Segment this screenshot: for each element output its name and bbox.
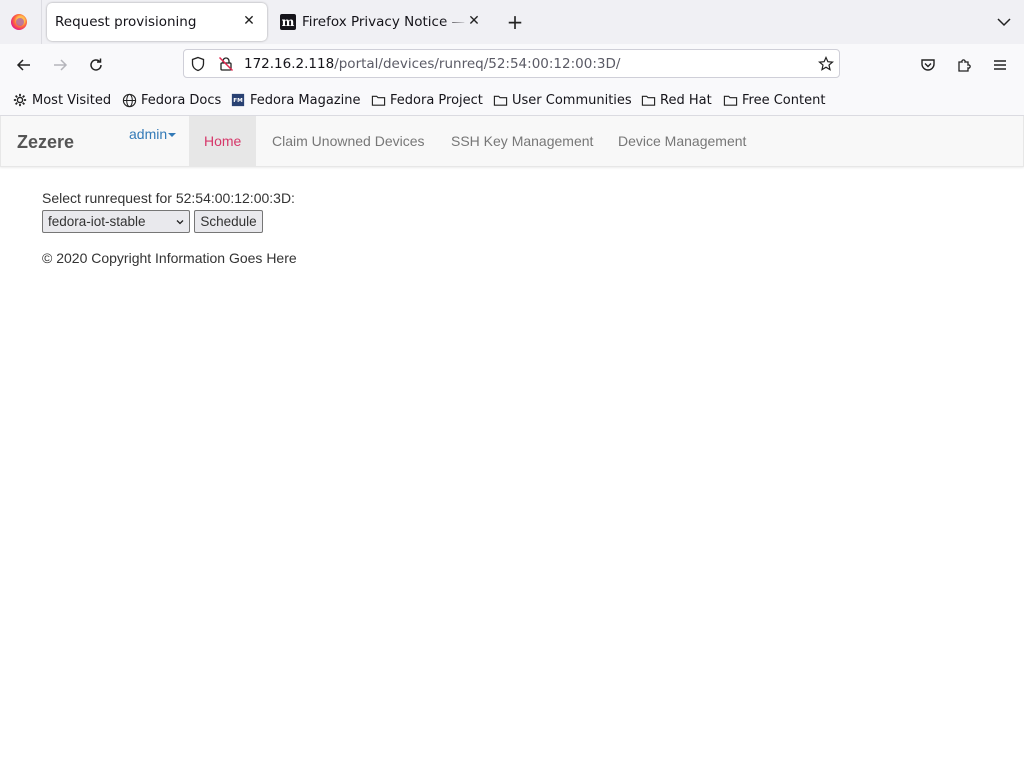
bookmark-most-visited[interactable]: Most Visited: [12, 92, 111, 108]
bookmark-label: Red Hat: [660, 92, 712, 108]
tab-strip: Request provisioning ✕ m Firefox Privacy…: [0, 0, 1024, 44]
folder-icon: [640, 92, 656, 108]
bookmark-user-communities[interactable]: User Communities: [492, 92, 632, 108]
gear-icon: [12, 92, 28, 108]
url-text[interactable]: 172.16.2.118/portal/devices/runreq/52:54…: [244, 56, 620, 72]
bookmark-fedora-magazine[interactable]: FM Fedora Magazine: [230, 92, 361, 108]
chevron-down-icon: [176, 220, 184, 225]
tab-title: Firefox Privacy Notice — Mozilla: [302, 14, 468, 30]
fedora-magazine-icon: FM: [230, 92, 246, 108]
tab-request-provisioning[interactable]: Request provisioning ✕: [47, 3, 267, 41]
runrequest-select[interactable]: fedora-iot-stable: [42, 210, 190, 233]
runrequest-label: Select runrequest for 52:54:00:12:00:3D:: [42, 190, 295, 206]
bookmarks-toolbar: Most Visited Fedora Docs FM Fedora Magaz…: [0, 85, 1024, 116]
bookmark-label: Fedora Project: [390, 92, 483, 108]
tab-divider: [41, 0, 42, 44]
close-tab-icon[interactable]: ✕: [241, 13, 257, 29]
list-all-tabs-chevron-down-icon[interactable]: [996, 14, 1012, 30]
bookmark-label: Free Content: [742, 92, 826, 108]
page-content: Zezere admin Home Claim Unowned Devices …: [0, 116, 1024, 768]
nav-home[interactable]: Home: [189, 116, 257, 166]
menu-hamburger-icon[interactable]: [990, 55, 1010, 75]
brand-logo[interactable]: Zezere: [17, 132, 74, 153]
folder-icon: [492, 92, 508, 108]
back-arrow-icon[interactable]: [14, 55, 34, 75]
nav-claim-unowned-devices[interactable]: Claim Unowned Devices: [257, 116, 440, 166]
globe-icon: [121, 92, 137, 108]
bookmark-label: Most Visited: [32, 92, 112, 108]
svg-text:FM: FM: [233, 98, 243, 104]
close-tab-icon[interactable]: ✕: [466, 13, 482, 29]
schedule-button[interactable]: Schedule: [194, 210, 263, 233]
bookmark-star-icon[interactable]: [818, 56, 834, 72]
pocket-icon[interactable]: [918, 55, 938, 75]
selected-option: fedora-iot-stable: [48, 214, 146, 229]
insecure-lock-icon[interactable]: [218, 56, 234, 72]
nav-ssh-key-management[interactable]: SSH Key Management: [436, 116, 608, 166]
url-path: /portal/devices/runreq/52:54:00:12:00:3D…: [334, 56, 621, 72]
extensions-puzzle-icon[interactable]: [954, 55, 974, 75]
reload-icon[interactable]: [86, 55, 106, 75]
folder-icon: [370, 92, 386, 108]
copyright-footer: © 2020 Copyright Information Goes Here: [42, 250, 297, 266]
bookmark-fedora-project[interactable]: Fedora Project: [370, 92, 483, 108]
forward-arrow-icon[interactable]: [50, 55, 70, 75]
site-navbar: Zezere admin Home Claim Unowned Devices …: [0, 116, 1024, 167]
caret-down-icon: [168, 133, 177, 138]
bookmark-label: Fedora Magazine: [250, 92, 361, 108]
firefox-icon[interactable]: [11, 14, 27, 30]
user-name: admin: [129, 126, 168, 142]
folder-icon: [722, 92, 738, 108]
tracking-protection-shield-icon[interactable]: [190, 56, 206, 72]
bookmark-free-content[interactable]: Free Content: [722, 92, 825, 108]
tab-title: Request provisioning: [55, 14, 197, 30]
url-bar[interactable]: 172.16.2.118/portal/devices/runreq/52:54…: [183, 49, 840, 78]
url-host: 172.16.2.118: [244, 56, 335, 72]
user-dropdown[interactable]: admin: [129, 126, 177, 142]
new-tab-plus-icon[interactable]: +: [505, 12, 525, 32]
bookmark-label: User Communities: [512, 92, 632, 108]
nav-device-management[interactable]: Device Management: [603, 116, 761, 166]
bookmark-label: Fedora Docs: [141, 92, 222, 108]
tab-firefox-privacy-notice[interactable]: m Firefox Privacy Notice — Mozilla ✕: [274, 3, 486, 41]
bookmark-fedora-docs[interactable]: Fedora Docs: [121, 92, 221, 108]
bookmark-red-hat[interactable]: Red Hat: [640, 92, 712, 108]
mozilla-favicon-icon: m: [280, 14, 296, 30]
